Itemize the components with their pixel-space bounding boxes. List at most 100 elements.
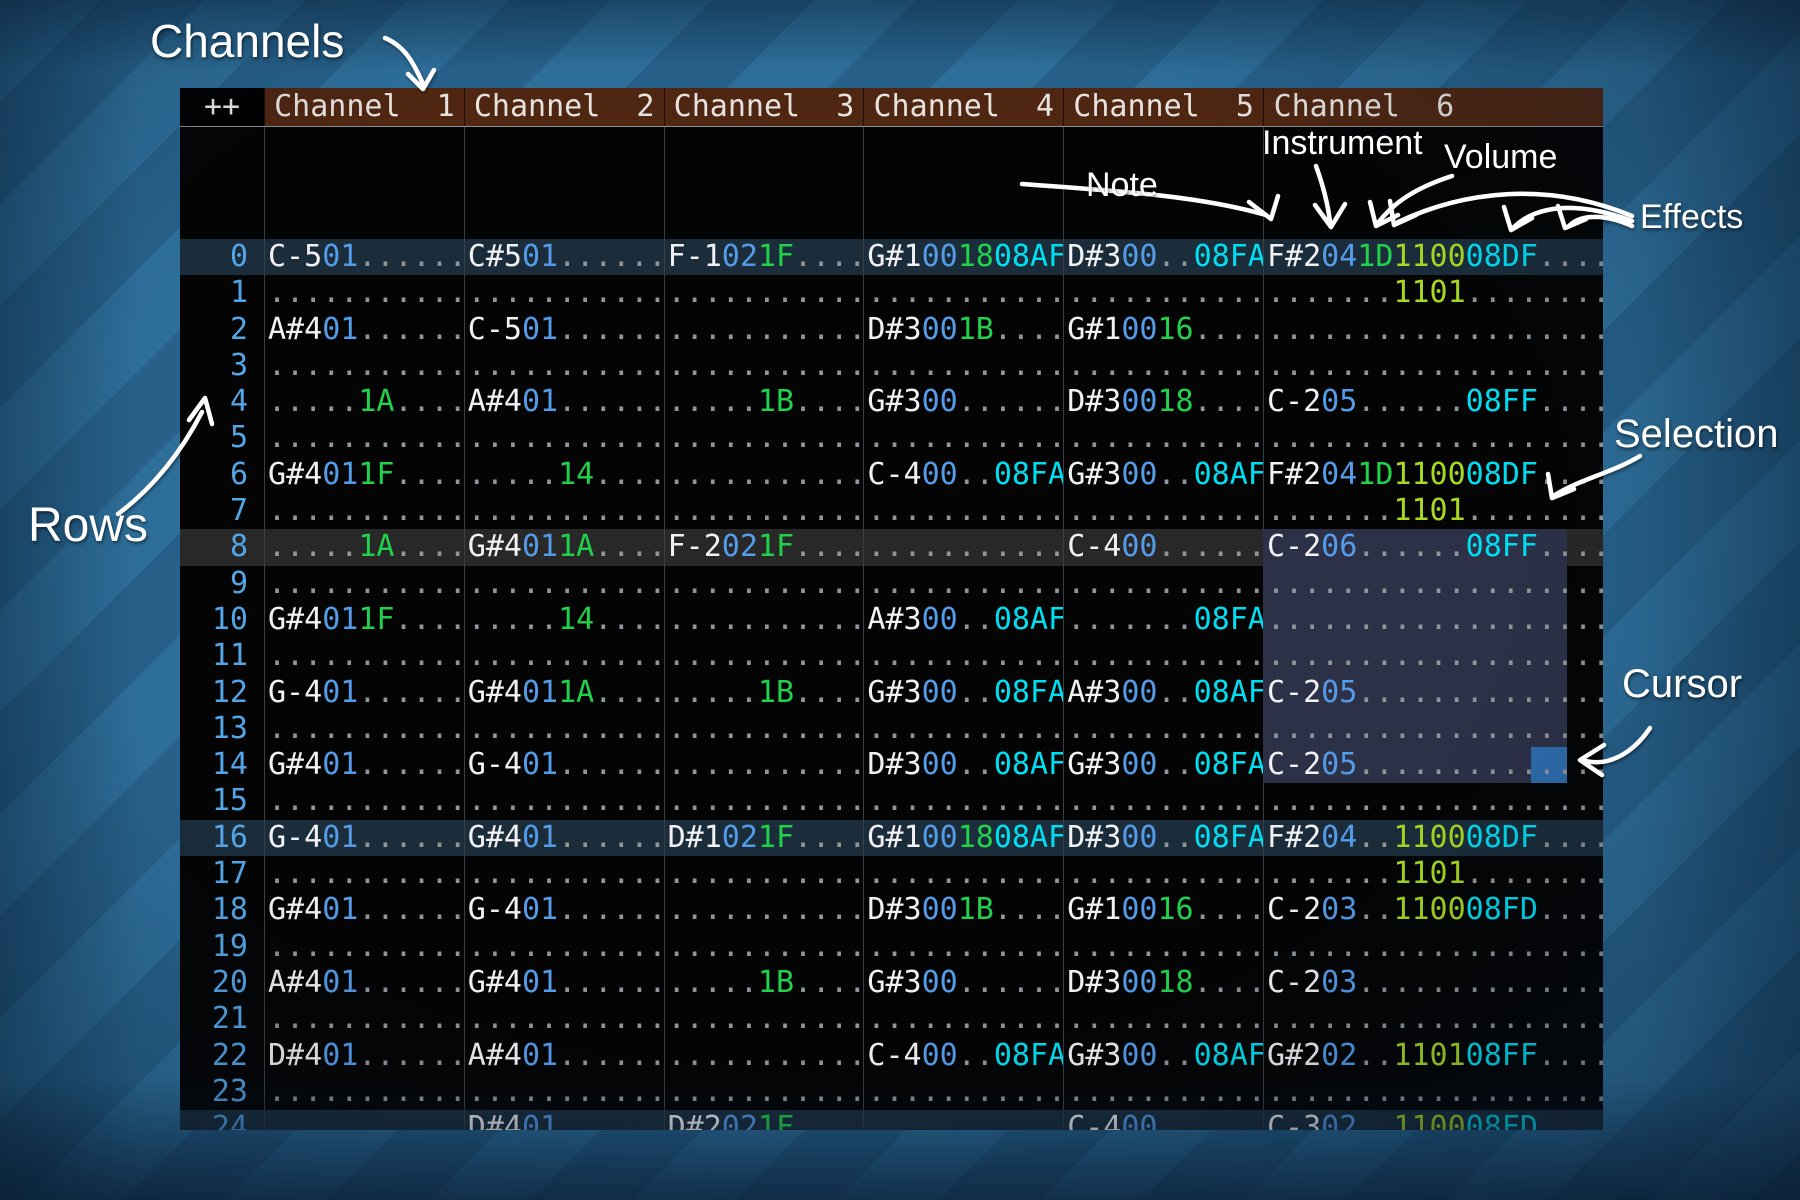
pattern-cell[interactable]: ................... — [1263, 1074, 1603, 1110]
pattern-cell[interactable]: ........... — [464, 420, 664, 456]
pattern-cell[interactable]: ........... — [464, 856, 664, 892]
pattern-cell[interactable]: .....14.... — [464, 602, 664, 638]
pattern-cell[interactable]: ........... — [1063, 348, 1263, 384]
pattern-cell[interactable]: ........... — [464, 275, 664, 311]
pattern-cell[interactable]: G#4011A.... — [464, 675, 664, 711]
pattern-cell[interactable]: D#3001B.... — [863, 312, 1063, 348]
pattern-cell[interactable]: .......08FA — [1063, 602, 1263, 638]
pattern-cell[interactable]: ................... — [1263, 1001, 1603, 1037]
pattern-cell[interactable]: ........... — [1063, 275, 1263, 311]
pattern-cell[interactable]: .....1B.... — [664, 675, 864, 711]
pattern-cell[interactable]: D#401...... — [464, 1110, 664, 1130]
pattern-cell[interactable]: G#300..08AF — [1063, 457, 1263, 493]
pattern-cell[interactable]: G-401...... — [264, 675, 464, 711]
channel-header-5[interactable]: Channel 5 — [1063, 88, 1263, 126]
pattern-cell[interactable]: D#300..08AF — [863, 747, 1063, 783]
pattern-cell[interactable]: ........... — [264, 711, 464, 747]
pattern-cell[interactable]: G#4011F.... — [264, 457, 464, 493]
pattern-cell[interactable]: G#10016.... — [1063, 312, 1263, 348]
pattern-cell[interactable]: C-203.............. — [1263, 965, 1603, 1001]
pattern-cell[interactable]: ........... — [264, 1074, 464, 1110]
pattern-cell[interactable]: ........... — [863, 529, 1063, 565]
pattern-cell[interactable]: ........... — [264, 856, 464, 892]
pattern-cell[interactable]: ........... — [664, 420, 864, 456]
pattern-cell[interactable]: C-203..110008FD.... — [1263, 892, 1603, 928]
pattern-cell[interactable]: D#300..08FA — [1063, 239, 1263, 275]
pattern-cell[interactable]: .....1B.... — [664, 384, 864, 420]
pattern-cell[interactable]: G#300..08FA — [863, 675, 1063, 711]
pattern-cell[interactable]: D#30018.... — [1063, 384, 1263, 420]
pattern-cell[interactable]: ........... — [664, 929, 864, 965]
pattern-cell[interactable]: ........... — [863, 1110, 1063, 1130]
pattern-cell[interactable]: ........... — [1063, 420, 1263, 456]
pattern-cell[interactable]: D#401...... — [264, 1038, 464, 1074]
pattern-cell[interactable]: D#300..08FA — [1063, 820, 1263, 856]
channel-header-4[interactable]: Channel 4 — [863, 88, 1063, 126]
pattern-cell[interactable]: .....1A.... — [264, 529, 464, 565]
channel-header-2[interactable]: Channel 2 — [464, 88, 664, 126]
pattern-cell[interactable]: ........... — [1063, 783, 1263, 819]
pattern-cell[interactable]: C-400...... — [1063, 1110, 1263, 1130]
pattern-cell[interactable]: ........... — [1063, 638, 1263, 674]
pattern-cell[interactable]: ........... — [464, 638, 664, 674]
pattern-cell[interactable]: ................... — [1263, 348, 1603, 384]
pattern-cell[interactable]: ........... — [863, 783, 1063, 819]
pattern-cell[interactable]: G#300...... — [863, 384, 1063, 420]
pattern-cell[interactable]: A#300..08AF — [1063, 675, 1263, 711]
pattern-cell[interactable]: ........... — [264, 275, 464, 311]
pattern-cell[interactable]: ........... — [863, 711, 1063, 747]
pattern-cell[interactable]: ........... — [264, 638, 464, 674]
pattern-expand-button[interactable]: ++ — [180, 88, 264, 126]
pattern-cell[interactable]: C-400..08FA — [863, 457, 1063, 493]
pattern-cell[interactable]: ........... — [1063, 1001, 1263, 1037]
pattern-cell[interactable]: C-205......08FF.... — [1263, 384, 1603, 420]
pattern-cell[interactable]: G-401...... — [464, 892, 664, 928]
pattern-cell[interactable]: ........... — [464, 493, 664, 529]
pattern-cell[interactable]: ................... — [1263, 566, 1603, 602]
pattern-cell[interactable]: G#401...... — [464, 820, 664, 856]
pattern-cell[interactable]: ........... — [264, 420, 464, 456]
pattern-cell[interactable]: D#3001B.... — [863, 892, 1063, 928]
pattern-cell[interactable]: ........... — [664, 602, 864, 638]
pattern-cell[interactable]: ................... — [1263, 929, 1603, 965]
channel-header-6[interactable]: Channel 6 — [1263, 88, 1603, 126]
pattern-cell[interactable]: ................... — [1263, 312, 1603, 348]
pattern-cell[interactable]: .....1A.... — [264, 384, 464, 420]
pattern-cell[interactable]: ........... — [664, 783, 864, 819]
pattern-cell[interactable]: G#1001808AF — [863, 239, 1063, 275]
pattern-cell[interactable]: ........... — [664, 1074, 864, 1110]
pattern-cell[interactable]: G#300..08FA — [1063, 747, 1263, 783]
pattern-cell[interactable]: ........... — [1063, 493, 1263, 529]
pattern-cell[interactable]: C-400...... — [1063, 529, 1263, 565]
pattern-cell[interactable]: F-1021F.... — [664, 239, 864, 275]
pattern-cell[interactable]: ........... — [1063, 1074, 1263, 1110]
pattern-cell[interactable]: G-401...... — [264, 820, 464, 856]
pattern-cell[interactable]: A#300..08AF — [863, 602, 1063, 638]
pattern-cell[interactable]: F#2041D110008DF.... — [1263, 239, 1603, 275]
pattern-cell[interactable]: ........... — [264, 493, 464, 529]
pattern-cell[interactable]: G#4011F.... — [264, 602, 464, 638]
pattern-cell[interactable]: ........... — [863, 856, 1063, 892]
pattern-cell[interactable]: ........... — [664, 1001, 864, 1037]
pattern-cell[interactable]: .....14.... — [464, 457, 664, 493]
pattern-cell[interactable]: .......1101........ — [1263, 275, 1603, 311]
pattern-cell[interactable]: F-2021F.... — [664, 529, 864, 565]
pattern-cell[interactable]: ........... — [664, 711, 864, 747]
pattern-cell[interactable]: ........... — [1063, 856, 1263, 892]
pattern-cell[interactable]: ........... — [863, 1001, 1063, 1037]
pattern-cell[interactable]: ........... — [464, 929, 664, 965]
pattern-cell[interactable]: ................... — [1263, 420, 1603, 456]
pattern-cell[interactable]: ........... — [1063, 929, 1263, 965]
pattern-cell[interactable]: ........... — [264, 348, 464, 384]
pattern-cell[interactable]: ........... — [863, 638, 1063, 674]
pattern-cell[interactable]: ........... — [664, 348, 864, 384]
pattern-cell[interactable]: ........... — [664, 856, 864, 892]
pattern-cell[interactable]: .....1B.... — [664, 965, 864, 1001]
pattern-cell[interactable]: ........... — [664, 275, 864, 311]
pattern-cell[interactable]: C#501...... — [464, 239, 664, 275]
pattern-cell[interactable]: G#401...... — [464, 965, 664, 1001]
pattern-cell[interactable]: ........... — [1063, 566, 1263, 602]
pattern-cell[interactable]: A#401...... — [464, 384, 664, 420]
pattern-cell[interactable]: ........... — [464, 348, 664, 384]
pattern-cell[interactable]: .......1101........ — [1263, 493, 1603, 529]
